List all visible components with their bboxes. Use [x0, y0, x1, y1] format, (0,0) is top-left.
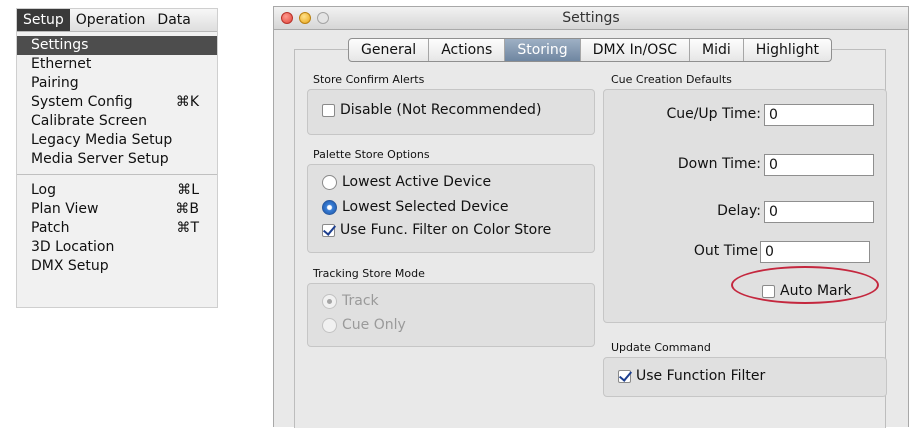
- menu-item-patch[interactable]: Patch ⌘T: [17, 219, 217, 238]
- radio-cue-only[interactable]: Cue Only: [322, 317, 406, 333]
- radio-icon: [322, 174, 337, 190]
- menu-item-system-config[interactable]: System Config ⌘K: [17, 93, 217, 112]
- tracking-store-heading: Tracking Store Mode: [313, 267, 425, 280]
- menu-item-settings[interactable]: Settings: [17, 36, 217, 55]
- palette-store-group: Lowest Active Device Lowest Selected Dev…: [307, 164, 595, 253]
- shortcut-label: ⌘K: [175, 94, 199, 110]
- shortcut-label: ⌘B: [175, 201, 199, 217]
- menu-item-dmx-setup[interactable]: DMX Setup: [17, 257, 217, 276]
- radio-selected-icon: [322, 293, 337, 309]
- menu-bar: Setup Operation Data: [17, 9, 217, 32]
- use-function-filter-checkbox[interactable]: Use Function Filter: [618, 368, 765, 384]
- menu-item-ethernet[interactable]: Ethernet: [17, 55, 217, 74]
- checkbox-label: Use Function Filter: [636, 368, 766, 384]
- tab-storing[interactable]: Storing: [504, 39, 580, 61]
- shortcut-label: ⌘L: [177, 182, 199, 198]
- radio-icon: [322, 317, 337, 333]
- setup-menu: Setup Operation Data Settings Ethernet P…: [16, 8, 218, 308]
- shortcut-label: ⌘T: [176, 220, 199, 236]
- tab-dmx-in-osc[interactable]: DMX In/OSC: [579, 39, 689, 61]
- menu-item-legacy-media-setup[interactable]: Legacy Media Setup: [17, 131, 217, 150]
- annotation-ellipse: [731, 266, 879, 304]
- tab-general[interactable]: General: [349, 39, 428, 61]
- down-time-label: Down Time:: [677, 156, 761, 172]
- settings-tabs: General Actions Storing DMX In/OSC Midi …: [348, 38, 832, 62]
- menu-item-media-server-setup[interactable]: Media Server Setup: [17, 150, 217, 169]
- down-time-field[interactable]: 0: [764, 154, 874, 176]
- menu-item-plan-view[interactable]: Plan View ⌘B: [17, 200, 217, 219]
- cue-up-time-label: Cue/Up Time:: [666, 106, 761, 122]
- out-time-label: Out Time: [693, 243, 758, 259]
- palette-store-heading: Palette Store Options: [313, 148, 430, 161]
- disable-alerts-label: Disable (Not Recommended): [340, 102, 542, 118]
- disable-alerts-checkbox[interactable]: Disable (Not Recommended): [322, 102, 541, 118]
- menu-item-log[interactable]: Log ⌘L: [17, 181, 217, 200]
- menu-item-pairing[interactable]: Pairing: [17, 74, 217, 93]
- out-time-field[interactable]: 0: [760, 241, 870, 263]
- checkbox-label: Use Func. Filter on Color Store: [340, 222, 552, 238]
- title-bar[interactable]: Settings: [274, 7, 908, 30]
- storing-tab-pane: Store Confirm Alerts Disable (Not Recomm…: [294, 49, 887, 428]
- store-confirm-group: Disable (Not Recommended): [307, 89, 595, 135]
- radio-track[interactable]: Track: [322, 293, 379, 309]
- checkbox-checked-icon: [618, 369, 631, 383]
- checkbox-checked-icon: [322, 223, 335, 237]
- radio-selected-icon: [322, 199, 337, 215]
- radio-label: Cue Only: [342, 317, 406, 333]
- update-command-heading: Update Command: [611, 341, 711, 354]
- tab-highlight[interactable]: Highlight: [742, 39, 831, 61]
- radio-lowest-selected-device[interactable]: Lowest Selected Device: [322, 199, 508, 215]
- cue-defaults-heading: Cue Creation Defaults: [611, 73, 732, 86]
- menu-separator: [17, 174, 217, 175]
- checkbox-icon: [322, 103, 335, 117]
- menu-dropdown: Settings Ethernet Pairing System Config ⌘…: [17, 32, 217, 276]
- menu-setup[interactable]: Setup: [17, 9, 70, 31]
- store-confirm-heading: Store Confirm Alerts: [313, 73, 425, 86]
- radio-label: Lowest Active Device: [342, 174, 492, 190]
- tab-actions[interactable]: Actions: [428, 39, 504, 61]
- func-filter-color-store-checkbox[interactable]: Use Func. Filter on Color Store: [322, 222, 551, 238]
- radio-label: Track: [342, 293, 379, 309]
- settings-window: Settings General Actions Storing DMX In/…: [273, 6, 909, 428]
- menu-item-calibrate-screen[interactable]: Calibrate Screen: [17, 112, 217, 131]
- tracking-store-group: Track Cue Only: [307, 283, 595, 347]
- cue-up-time-field[interactable]: 0: [764, 104, 874, 126]
- update-command-group: Use Function Filter: [603, 357, 887, 397]
- window-title: Settings: [562, 10, 620, 26]
- menu-operation[interactable]: Operation: [70, 9, 152, 31]
- delay-label: Delay:: [717, 203, 761, 219]
- menu-data[interactable]: Data: [151, 9, 196, 31]
- radio-label: Lowest Selected Device: [342, 199, 509, 215]
- radio-lowest-active-device[interactable]: Lowest Active Device: [322, 174, 491, 190]
- delay-field[interactable]: 0: [764, 201, 874, 223]
- tab-midi[interactable]: Midi: [689, 39, 743, 61]
- menu-item-3d-location[interactable]: 3D Location: [17, 238, 217, 257]
